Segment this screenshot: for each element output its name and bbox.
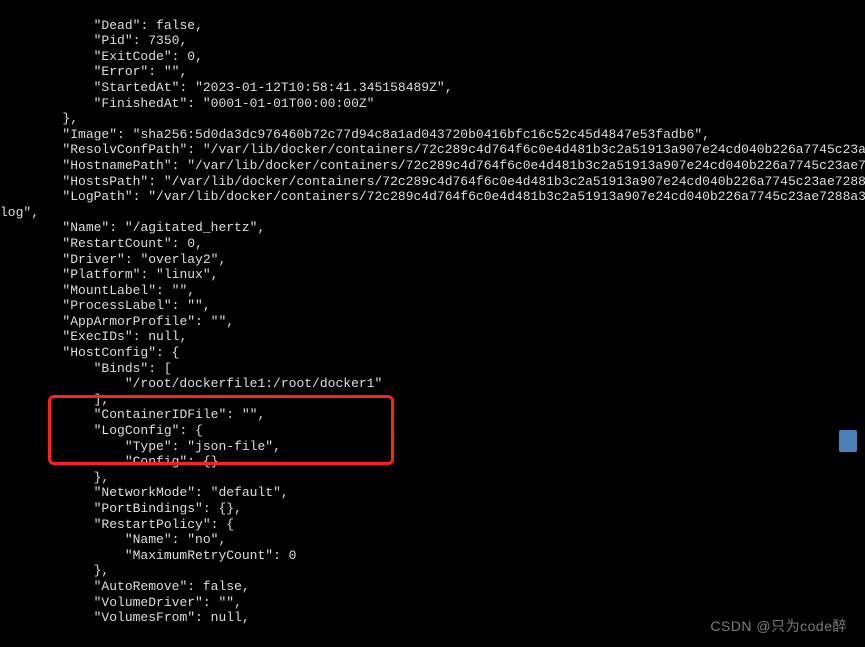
binds-open: [ — [164, 361, 172, 376]
val-exitcode: 0 — [187, 49, 195, 64]
val-config: {} — [203, 454, 219, 469]
key-config: "Config" — [125, 454, 187, 469]
key-hostconfig: "HostConfig": { — [62, 345, 179, 360]
val-startedat: "2023-01-12T10:58:41.345158489Z" — [195, 80, 445, 95]
json-output: "Dead": false, "Pid": 7350, "ExitCode": … — [0, 18, 865, 626]
val-platform: "linux" — [156, 267, 211, 282]
key-networkmode: "NetworkMode" — [94, 485, 195, 500]
key-startedat: "StartedAt" — [94, 80, 180, 95]
val-rp-name: "no" — [187, 532, 218, 547]
scrollbar-thumb[interactable] — [839, 430, 857, 452]
val-error: "" — [164, 64, 180, 79]
key-resolv: "ResolvConfPath" — [62, 142, 187, 157]
key-mountlabel: "MountLabel" — [62, 283, 156, 298]
val-image: "sha256:5d0da3dc976460b72c77d94c8a1ad043… — [133, 127, 703, 142]
key-hostname: "HostnamePath" — [62, 158, 171, 173]
key-execids: "ExecIDs" — [62, 329, 132, 344]
key-maxretry: "MaximumRetryCount" — [125, 548, 273, 563]
val-logpath: "/var/lib/docker/containers/72c289c4d764… — [148, 189, 865, 204]
watermark-text: CSDN @只为code醉 — [710, 618, 847, 635]
key-autoremove: "AutoRemove" — [94, 579, 188, 594]
key-platform: "Platform" — [62, 267, 140, 282]
val-restartcount: 0 — [187, 236, 195, 251]
key-pid: "Pid" — [94, 33, 133, 48]
terminal-output: "Dead": false, "Pid": 7350, "ExitCode": … — [0, 2, 865, 641]
val-dead: false — [156, 18, 195, 33]
binds-close: ], — [94, 392, 110, 407]
val-autoremove: false — [203, 579, 242, 594]
val-driver: "overlay2" — [140, 252, 218, 267]
key-exitcode: "ExitCode" — [94, 49, 172, 64]
binds-item: "/root/dockerfile1:/root/docker1" — [125, 376, 382, 391]
key-apparmor: "AppArmorProfile" — [62, 314, 195, 329]
key-type: "Type" — [125, 439, 172, 454]
key-processlabel: "ProcessLabel" — [62, 298, 171, 313]
key-logpath: "LogPath" — [62, 189, 132, 204]
val-name: "/agitated_hertz" — [125, 220, 258, 235]
val-finishedat: "0001-01-01T00:00:00Z" — [203, 96, 375, 111]
val-maxretry: 0 — [289, 548, 297, 563]
val-portbindings: {} — [218, 501, 234, 516]
val-networkmode: "default" — [211, 485, 281, 500]
val-apparmor: "" — [211, 314, 227, 329]
val-execids: null — [148, 329, 179, 344]
key-dead: "Dead" — [94, 18, 141, 33]
key-driver: "Driver" — [62, 252, 124, 267]
key-finishedat: "FinishedAt" — [94, 96, 188, 111]
key-binds: "Binds" — [94, 361, 149, 376]
val-containeridfile: "" — [242, 407, 258, 422]
val-type: "json-file" — [187, 439, 273, 454]
val-hosts: "/var/lib/docker/containers/72c289c4d764… — [164, 174, 865, 189]
key-rp-name: "Name" — [125, 532, 172, 547]
key-image: "Image" — [62, 127, 117, 142]
key-restartpolicy: "RestartPolicy": { — [94, 517, 234, 532]
val-mountlabel: "" — [172, 283, 188, 298]
val-volumesfrom: null — [211, 610, 242, 625]
key-restartcount: "RestartCount" — [62, 236, 171, 251]
key-logconfig: "LogConfig": { — [94, 423, 203, 438]
val-resolv: "/var/lib/docker/containers/72c289c4d764… — [203, 142, 865, 157]
key-volumesfrom: "VolumesFrom" — [94, 610, 195, 625]
key-portbindings: "PortBindings" — [94, 501, 203, 516]
key-name: "Name" — [62, 220, 109, 235]
val-hostname: "/var/lib/docker/containers/72c289c4d764… — [187, 158, 865, 173]
val-processlabel: "" — [187, 298, 203, 313]
val-volumedriver: "" — [218, 595, 234, 610]
val-pid: 7350 — [148, 33, 179, 48]
key-volumedriver: "VolumeDriver" — [94, 595, 203, 610]
key-containeridfile: "ContainerIDFile" — [94, 407, 227, 422]
log-trail: log", — [0, 205, 39, 220]
key-error: "Error" — [94, 64, 149, 79]
key-hosts: "HostsPath" — [62, 174, 148, 189]
